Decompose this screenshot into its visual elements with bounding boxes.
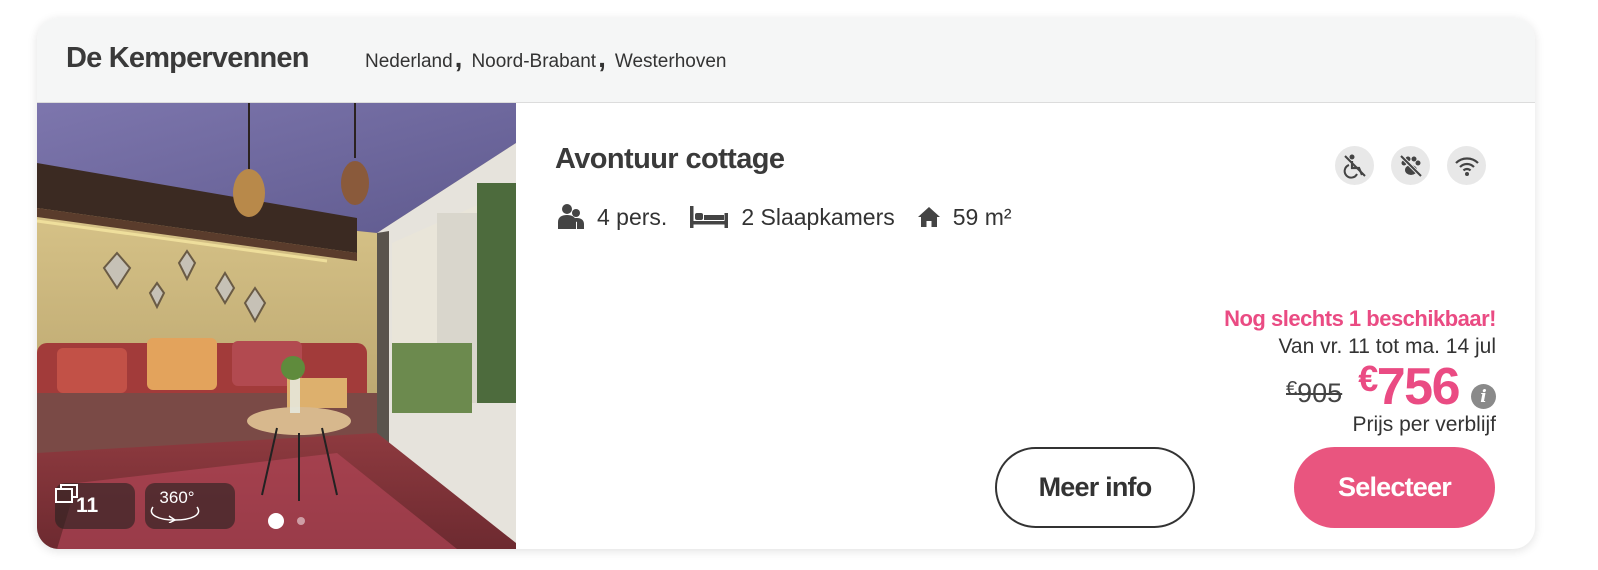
amenity-icons bbox=[1335, 146, 1486, 185]
accommodation-features: 4 pers. 2 Slaapkamers 59 m² bbox=[557, 203, 1034, 231]
tour-360-label: 360° bbox=[159, 488, 194, 507]
price-row: €905 €756 i bbox=[1224, 361, 1496, 413]
price-info-icon[interactable]: i bbox=[1471, 384, 1496, 409]
photo-count: 11 bbox=[76, 494, 99, 517]
area-label: 59 m² bbox=[952, 203, 1012, 230]
carousel-dot[interactable] bbox=[297, 517, 305, 525]
location-separator: , bbox=[454, 42, 463, 73]
no-wheelchair-icon bbox=[1335, 146, 1374, 185]
select-button[interactable]: Selecteer bbox=[1294, 447, 1495, 528]
new-price: €756 bbox=[1358, 358, 1461, 416]
bed-icon bbox=[690, 206, 729, 228]
availability-notice: Nog slechts 1 beschikbaar! bbox=[1224, 306, 1496, 331]
tour-360-badge[interactable]: 360° bbox=[145, 483, 235, 529]
persons-icon bbox=[558, 204, 584, 229]
price-note: Prijs per verblijf bbox=[1352, 413, 1496, 436]
old-price-currency: € bbox=[1286, 378, 1298, 400]
card-header: De Kempervennen Nederland, Noord-Brabant… bbox=[37, 18, 1535, 103]
gallery-icon bbox=[55, 484, 78, 503]
new-price-value: 756 bbox=[1376, 358, 1461, 416]
location-separator: , bbox=[598, 42, 606, 73]
no-pets-icon bbox=[1391, 146, 1430, 185]
new-price-currency: € bbox=[1358, 358, 1378, 399]
park-name[interactable]: De Kempervennen bbox=[66, 42, 309, 75]
carousel-dot-active[interactable] bbox=[268, 513, 284, 529]
price-block: Nog slechts 1 beschikbaar! Van vr. 11 to… bbox=[1224, 306, 1496, 437]
accommodation-card: De Kempervennen Nederland, Noord-Brabant… bbox=[37, 18, 1535, 549]
old-price: €905 bbox=[1286, 378, 1342, 409]
more-info-button[interactable]: Meer info bbox=[995, 447, 1195, 528]
location-country: Nederland bbox=[365, 51, 453, 72]
photo-count-badge[interactable]: 11 bbox=[55, 483, 135, 529]
wifi-icon bbox=[1447, 146, 1486, 185]
accommodation-photo[interactable]: 11 360° bbox=[37, 103, 516, 549]
location-city: Westerhoven bbox=[614, 51, 727, 72]
accommodation-name[interactable]: Avontuur cottage bbox=[555, 143, 785, 176]
house-icon bbox=[917, 207, 940, 227]
feature-area: 59 m² bbox=[917, 204, 1012, 231]
feature-bedrooms: 2 Slaapkamers bbox=[689, 203, 895, 231]
persons-label: 4 pers. bbox=[597, 203, 668, 230]
feature-persons: 4 pers. bbox=[557, 203, 667, 231]
location-breadcrumb: Nederland, Noord-Brabant, Westerhoven bbox=[365, 42, 727, 73]
old-price-value: 905 bbox=[1297, 378, 1343, 408]
stay-dates: Van vr. 11 tot ma. 14 jul bbox=[1278, 335, 1496, 358]
tour-360-icon: 360° bbox=[150, 488, 200, 523]
bedrooms-label: 2 Slaapkamers bbox=[741, 203, 895, 230]
carousel-dots bbox=[268, 513, 305, 529]
location-province: Noord-Brabant bbox=[471, 51, 597, 72]
